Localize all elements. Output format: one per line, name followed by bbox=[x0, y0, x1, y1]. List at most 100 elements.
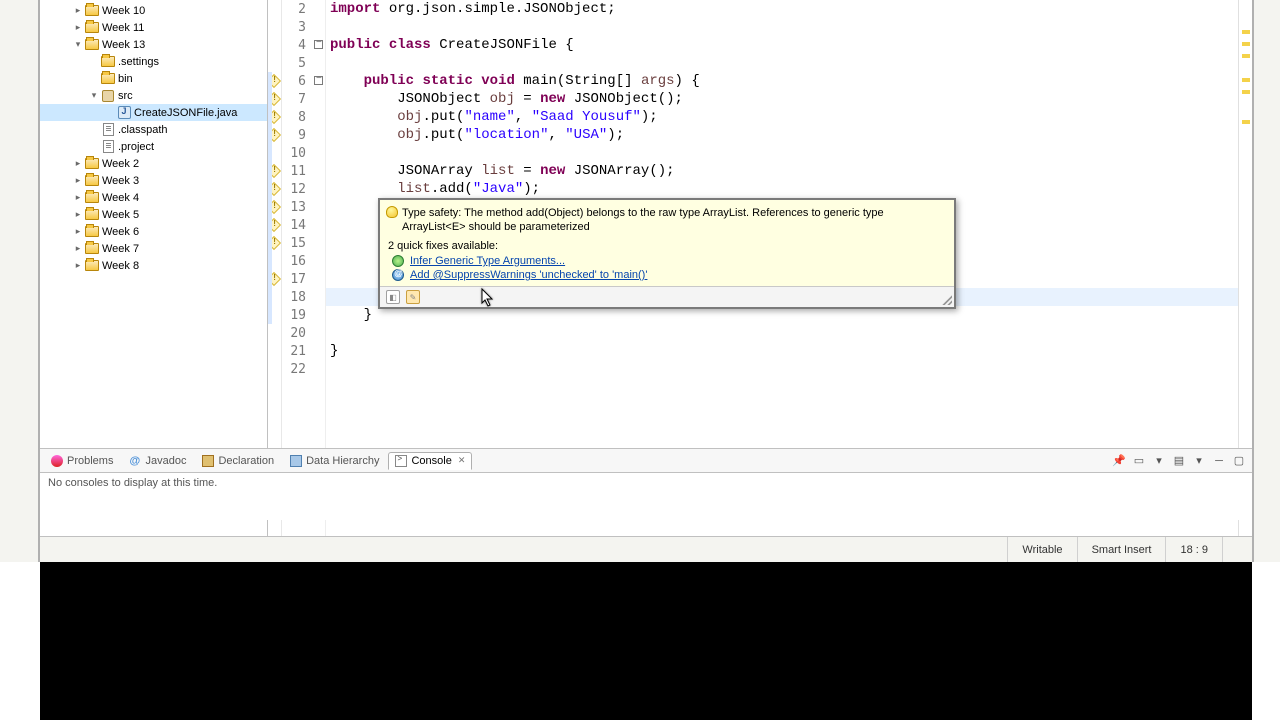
line-number[interactable]: 19 bbox=[282, 306, 312, 324]
line-number[interactable]: 3 bbox=[282, 18, 312, 36]
line-number[interactable]: 17 bbox=[282, 270, 312, 288]
tree-item[interactable]: Week 10 bbox=[40, 2, 267, 19]
quickfix-header: 2 quick fixes available: bbox=[388, 240, 946, 252]
tree-twisty-icon[interactable] bbox=[72, 243, 84, 255]
tree-item[interactable]: bin bbox=[40, 70, 267, 87]
overview-warning-marker[interactable] bbox=[1242, 120, 1250, 124]
tree-twisty-icon[interactable] bbox=[88, 90, 100, 102]
console-dropdown-icon[interactable]: ▾ bbox=[1190, 452, 1208, 470]
quickfix-item[interactable]: Infer Generic Type Arguments... bbox=[388, 254, 946, 268]
tab-datahier[interactable]: Data Hierarchy bbox=[283, 452, 386, 470]
annotation-icon bbox=[392, 269, 404, 281]
tree-item[interactable]: Week 5 bbox=[40, 206, 267, 223]
fold-toggle-icon[interactable] bbox=[314, 76, 323, 85]
close-icon[interactable]: ✕ bbox=[458, 455, 466, 466]
tree-item[interactable]: Week 6 bbox=[40, 223, 267, 240]
tree-item[interactable]: Week 4 bbox=[40, 189, 267, 206]
tree-twisty-icon[interactable] bbox=[72, 158, 84, 170]
line-number[interactable]: 12 bbox=[282, 180, 312, 198]
tab-javadoc[interactable]: @Javadoc bbox=[122, 452, 193, 470]
overview-warning-marker[interactable] bbox=[1242, 42, 1250, 46]
overview-warning-marker[interactable] bbox=[1242, 54, 1250, 58]
overview-warning-marker[interactable] bbox=[1242, 30, 1250, 34]
line-number[interactable]: 14 bbox=[282, 216, 312, 234]
line-number[interactable]: 5 bbox=[282, 54, 312, 72]
tree-item[interactable]: .project bbox=[40, 138, 267, 155]
line-number[interactable]: 9 bbox=[282, 126, 312, 144]
tree-twisty-icon[interactable] bbox=[72, 22, 84, 34]
tree-item[interactable]: Week 3 bbox=[40, 172, 267, 189]
code-line[interactable] bbox=[330, 360, 1238, 378]
tree-item-label: Week 8 bbox=[102, 260, 139, 272]
overview-warning-marker[interactable] bbox=[1242, 90, 1250, 94]
maximize-view-button[interactable]: ▢ bbox=[1230, 452, 1248, 470]
line-number[interactable]: 6 bbox=[282, 72, 312, 90]
code-line[interactable] bbox=[330, 18, 1238, 36]
console-dropdown-icon[interactable]: ▾ bbox=[1150, 452, 1168, 470]
tree-item[interactable]: CreateJSONFile.java bbox=[40, 104, 267, 121]
tree-twisty-icon[interactable] bbox=[72, 39, 84, 51]
tab-declaration[interactable]: Declaration bbox=[195, 452, 281, 470]
minimize-view-button[interactable]: ─ bbox=[1210, 452, 1228, 470]
tree-item[interactable]: src bbox=[40, 87, 267, 104]
tree-item[interactable]: Week 7 bbox=[40, 240, 267, 257]
tree-item[interactable]: .settings bbox=[40, 53, 267, 70]
code-line[interactable] bbox=[330, 324, 1238, 342]
fold-toggle-icon[interactable] bbox=[314, 40, 323, 49]
line-number[interactable]: 4 bbox=[282, 36, 312, 54]
tree-item[interactable]: Week 11 bbox=[40, 19, 267, 36]
code-line[interactable]: } bbox=[330, 342, 1238, 360]
line-number[interactable]: 18 bbox=[282, 288, 312, 306]
line-number[interactable]: 11 bbox=[282, 162, 312, 180]
console-content: No consoles to display at this time. bbox=[40, 473, 1252, 493]
tree-item[interactable]: Week 8 bbox=[40, 257, 267, 274]
tree-twisty-icon[interactable] bbox=[72, 260, 84, 272]
line-number[interactable]: 22 bbox=[282, 360, 312, 378]
line-number[interactable]: 2 bbox=[282, 0, 312, 18]
code-line[interactable] bbox=[330, 144, 1238, 162]
javadoc-icon: @ bbox=[129, 455, 141, 467]
code-line[interactable]: JSONObject obj = new JSONObject(); bbox=[330, 90, 1238, 108]
line-number[interactable]: 10 bbox=[282, 144, 312, 162]
line-number[interactable]: 13 bbox=[282, 198, 312, 216]
tree-twisty-icon[interactable] bbox=[72, 209, 84, 221]
tree-twisty-icon[interactable] bbox=[72, 5, 84, 17]
overview-warning-marker[interactable] bbox=[1242, 78, 1250, 82]
code-line[interactable]: obj.put("location", "USA"); bbox=[330, 126, 1238, 144]
quickfix-item[interactable]: Add @SuppressWarnings 'unchecked' to 'ma… bbox=[388, 268, 946, 282]
quickfix-link[interactable]: Infer Generic Type Arguments... bbox=[410, 255, 565, 267]
quickfix-link[interactable]: Add @SuppressWarnings 'unchecked' to 'ma… bbox=[410, 269, 647, 281]
console-display-button[interactable]: ▭ bbox=[1130, 452, 1148, 470]
tree-item[interactable]: .classpath bbox=[40, 121, 267, 138]
code-line[interactable]: public static void main(String[] args) { bbox=[330, 72, 1238, 90]
code-line[interactable]: import org.json.simple.JSONObject; bbox=[330, 0, 1238, 18]
tree-item[interactable]: Week 2 bbox=[40, 155, 267, 172]
line-number[interactable]: 7 bbox=[282, 90, 312, 108]
quickfix-popup[interactable]: Type safety: The method add(Object) belo… bbox=[378, 198, 956, 309]
tree-item-label: .settings bbox=[118, 56, 159, 68]
project-tree[interactable]: Week 10Week 11Week 13 .settings binsrcCrea… bbox=[40, 2, 267, 274]
problems-icon bbox=[51, 455, 63, 467]
line-number[interactable]: 16 bbox=[282, 252, 312, 270]
tree-twisty-icon[interactable] bbox=[72, 226, 84, 238]
line-number[interactable]: 8 bbox=[282, 108, 312, 126]
tab-console[interactable]: Console✕ bbox=[388, 452, 472, 470]
console-open-button[interactable]: ▤ bbox=[1170, 452, 1188, 470]
tab-problems[interactable]: Problems bbox=[44, 452, 120, 470]
resize-grip-icon[interactable] bbox=[940, 293, 952, 305]
tree-twisty-icon[interactable] bbox=[72, 192, 84, 204]
code-line[interactable] bbox=[330, 54, 1238, 72]
tree-twisty-icon[interactable] bbox=[72, 175, 84, 187]
quickfix-footer-icon[interactable]: ◧ bbox=[386, 290, 400, 304]
folder-icon bbox=[84, 37, 100, 53]
code-line[interactable]: obj.put("name", "Saad Yousuf"); bbox=[330, 108, 1238, 126]
console-pin-button[interactable]: 📌 bbox=[1110, 452, 1128, 470]
tree-item[interactable]: Week 13 bbox=[40, 36, 267, 53]
code-line[interactable]: list.add("Java"); bbox=[330, 180, 1238, 198]
line-number[interactable]: 15 bbox=[282, 234, 312, 252]
code-line[interactable]: public class CreateJSONFile { bbox=[330, 36, 1238, 54]
code-line[interactable]: JSONArray list = new JSONArray(); bbox=[330, 162, 1238, 180]
line-number[interactable]: 20 bbox=[282, 324, 312, 342]
line-number[interactable]: 21 bbox=[282, 342, 312, 360]
quickfix-footer-icon[interactable]: ✎ bbox=[406, 290, 420, 304]
